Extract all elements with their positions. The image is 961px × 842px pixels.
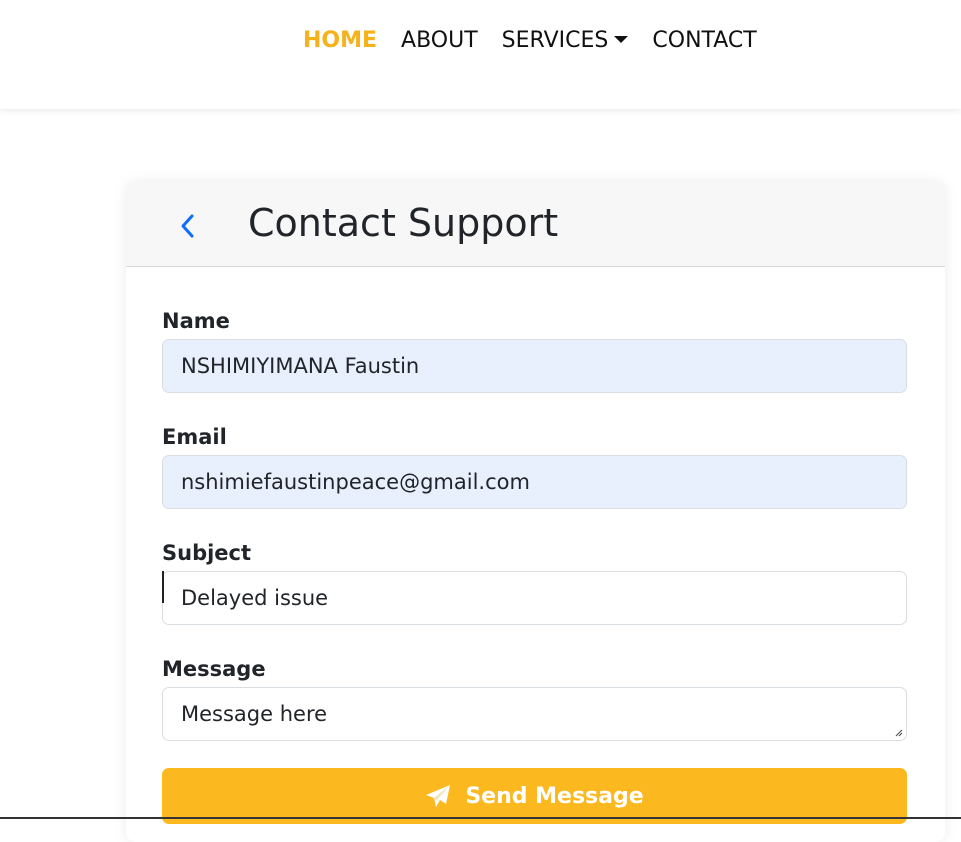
page-title: Contact Support <box>248 201 559 245</box>
contact-card: Contact Support Name NSHIMIYIMANA Fausti… <box>126 182 945 842</box>
resize-grip-icon[interactable] <box>893 727 903 737</box>
message-label: Message <box>162 657 266 681</box>
nav-links: HOME ABOUT SERVICES CONTACT <box>303 28 757 53</box>
subject-field[interactable]: Delayed issue <box>162 571 907 625</box>
subject-label: Subject <box>162 541 252 565</box>
send-message-label: Send Message <box>465 783 644 809</box>
text-cursor <box>162 571 164 603</box>
message-placeholder: Message here <box>181 702 328 726</box>
name-label: Name <box>162 309 230 333</box>
nav-about-link[interactable]: ABOUT <box>401 28 478 53</box>
email-field[interactable]: nshimiefaustinpeace@gmail.com <box>162 455 907 509</box>
nav-contact-link[interactable]: CONTACT <box>652 28 756 53</box>
caret-down-icon <box>614 36 629 43</box>
subject-value: Delayed issue <box>181 586 329 610</box>
email-label: Email <box>162 425 227 449</box>
paper-plane-icon <box>426 785 451 807</box>
name-value: NSHIMIYIMANA Faustin <box>181 354 420 378</box>
send-message-button[interactable]: Send Message <box>162 768 907 824</box>
navbar: HOME ABOUT SERVICES CONTACT <box>0 0 961 109</box>
nav-services-dropdown[interactable]: SERVICES <box>502 28 629 53</box>
chevron-left-icon[interactable] <box>176 212 200 240</box>
nav-home-link[interactable]: HOME <box>303 28 377 53</box>
message-textarea[interactable]: Message here <box>162 687 907 741</box>
name-field[interactable]: NSHIMIYIMANA Faustin <box>162 339 907 393</box>
email-value: nshimiefaustinpeace@gmail.com <box>181 470 530 494</box>
card-header: Contact Support <box>126 182 945 267</box>
nav-services-label: SERVICES <box>501 28 609 53</box>
